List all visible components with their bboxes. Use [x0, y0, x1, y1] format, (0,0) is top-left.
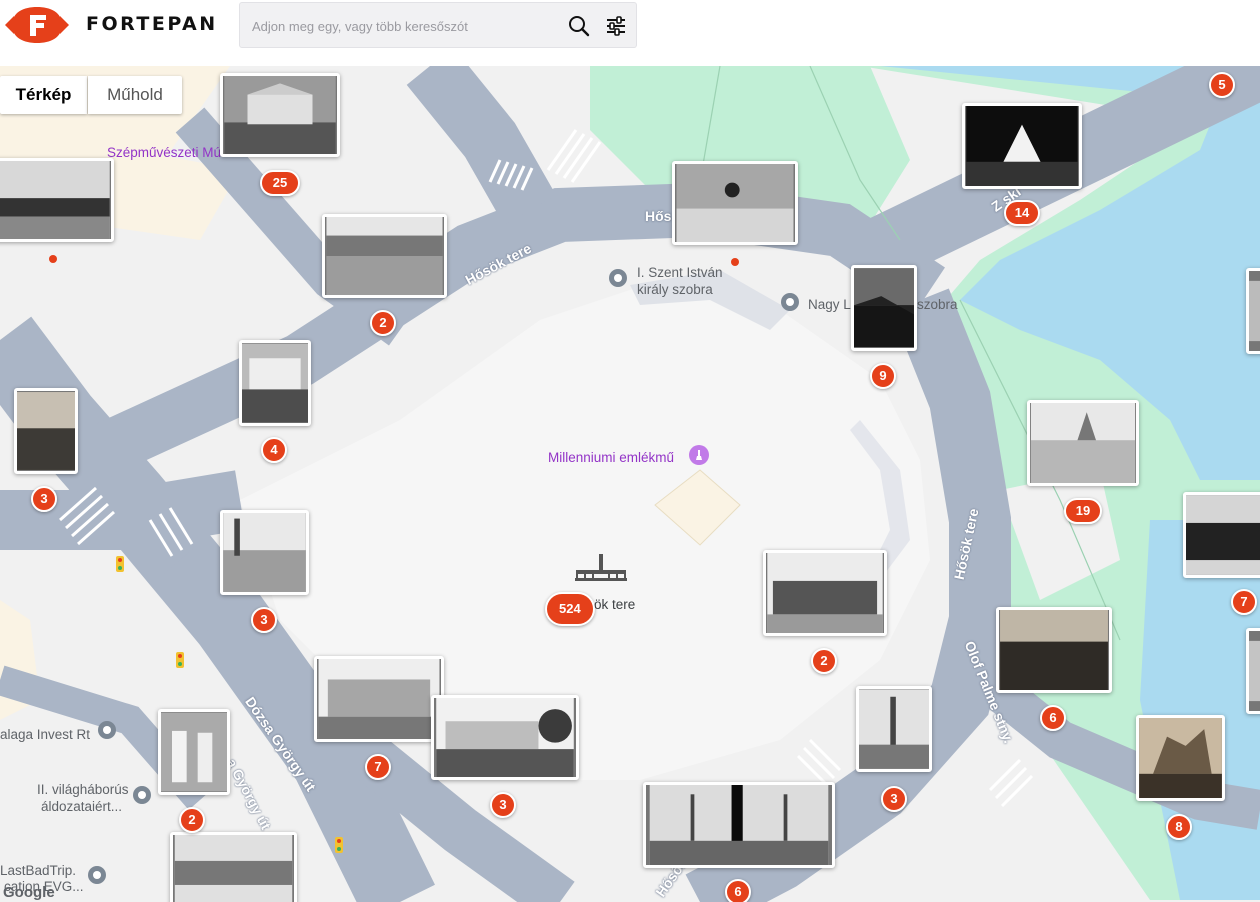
cluster-badge[interactable]: 4 — [261, 437, 287, 463]
map-type-map-button[interactable]: Térkép — [0, 76, 87, 114]
traffic-light-icon — [335, 837, 343, 853]
cluster-badge[interactable]: 9 — [870, 363, 896, 389]
search-box — [239, 2, 637, 48]
map-type-satellite-button[interactable]: Műhold — [88, 76, 182, 114]
cluster-badge[interactable]: 2 — [179, 807, 205, 833]
photo-thumbnail[interactable] — [220, 510, 309, 595]
photo-thumbnail[interactable] — [0, 158, 114, 242]
search-input[interactable] — [250, 13, 554, 39]
place-label-saint-stephen-2[interactable]: király szobra — [637, 281, 713, 298]
place-label-saint-stephen-1[interactable]: I. Szent István — [637, 264, 723, 281]
top-bar: FORTEPAN — [0, 0, 1260, 66]
cluster-badge[interactable]: 3 — [251, 607, 277, 633]
search-icon[interactable] — [568, 15, 590, 37]
cluster-badge[interactable]: 25 — [260, 170, 300, 196]
place-label-millennium[interactable]: Millenniumi emlékmű — [548, 449, 674, 466]
monument-icon — [575, 554, 627, 581]
fortepan-logo-icon[interactable] — [4, 6, 70, 44]
cluster-badge[interactable]: 6 — [1040, 705, 1066, 731]
place-label-balaga[interactable]: alaga Invest Rt — [0, 726, 90, 743]
photo-thumbnail[interactable] — [763, 550, 887, 636]
map-pin-icon[interactable] — [607, 268, 629, 290]
cluster-badge[interactable]: 6 — [725, 879, 751, 902]
map-pin-icon[interactable] — [131, 785, 153, 807]
photo-thumbnail[interactable] — [14, 388, 78, 474]
monument-icon[interactable] — [688, 444, 710, 466]
traffic-light-icon — [176, 652, 184, 668]
place-label-nagy-l-end[interactable]: szobra — [917, 296, 958, 313]
photo-thumbnail[interactable] — [1183, 492, 1260, 578]
photo-thumbnail[interactable] — [314, 656, 444, 742]
photo-thumbnail[interactable] — [322, 214, 447, 298]
place-label-museum[interactable]: Szépművészeti Mú — [107, 144, 221, 161]
photo-thumbnail[interactable] — [220, 73, 340, 157]
photo-thumbnail[interactable] — [643, 782, 835, 868]
place-label-nagy-l[interactable]: Nagy L — [808, 296, 851, 313]
filter-sliders-icon[interactable] — [605, 15, 627, 37]
map-canvas[interactable]: Térkép Műhold Hősök tere Hős Hősök tere … — [0, 66, 1260, 902]
cluster-badge[interactable]: 14 — [1004, 200, 1040, 226]
photo-thumbnail[interactable] — [170, 832, 297, 902]
cluster-badge[interactable]: 3 — [881, 786, 907, 812]
photo-thumbnail[interactable] — [158, 709, 230, 795]
photo-thumbnail[interactable] — [1246, 268, 1260, 354]
google-attribution: Google — [3, 884, 55, 901]
cluster-badge[interactable]: 8 — [1166, 814, 1192, 840]
map-pin-icon[interactable] — [779, 292, 801, 314]
cluster-badge[interactable]: 3 — [490, 792, 516, 818]
place-label-lastbad-1[interactable]: LastBadTrip. — [0, 862, 76, 879]
photo-thumbnail[interactable] — [431, 695, 579, 780]
cluster-badge[interactable]: 5 — [1209, 72, 1235, 98]
place-label-ww2-1[interactable]: II. világháborús — [37, 781, 129, 798]
photo-thumbnail[interactable] — [1027, 400, 1139, 486]
cluster-badge[interactable]: 19 — [1064, 498, 1102, 524]
photo-thumbnail[interactable] — [851, 265, 917, 351]
map-pin-icon[interactable] — [96, 720, 118, 742]
photo-thumbnail[interactable] — [1246, 628, 1260, 714]
cluster-badge[interactable]: 7 — [1231, 589, 1257, 615]
photo-thumbnail[interactable] — [239, 340, 311, 426]
cluster-badge[interactable]: 2 — [370, 310, 396, 336]
photo-thumbnail[interactable] — [1136, 715, 1225, 801]
photo-thumbnail[interactable] — [672, 161, 798, 245]
place-label-ww2-2[interactable]: áldozataiért... — [41, 798, 122, 815]
photo-thumbnail[interactable] — [996, 607, 1112, 693]
photo-thumbnail[interactable] — [962, 103, 1082, 189]
traffic-light-icon — [116, 556, 124, 572]
cluster-badge[interactable]: 2 — [811, 648, 837, 674]
map-pin-icon[interactable] — [86, 865, 108, 887]
cluster-badge[interactable]: 3 — [31, 486, 57, 512]
photo-thumbnail[interactable] — [856, 686, 932, 772]
cluster-badge-main[interactable]: 524 — [545, 592, 595, 626]
brand-name[interactable]: FORTEPAN — [86, 13, 218, 35]
road-label-hosok-tere-2: Hős — [645, 208, 672, 224]
photo-marker-dot[interactable] — [49, 255, 57, 263]
cluster-badge[interactable]: 7 — [365, 754, 391, 780]
photo-marker-dot[interactable] — [731, 258, 739, 266]
